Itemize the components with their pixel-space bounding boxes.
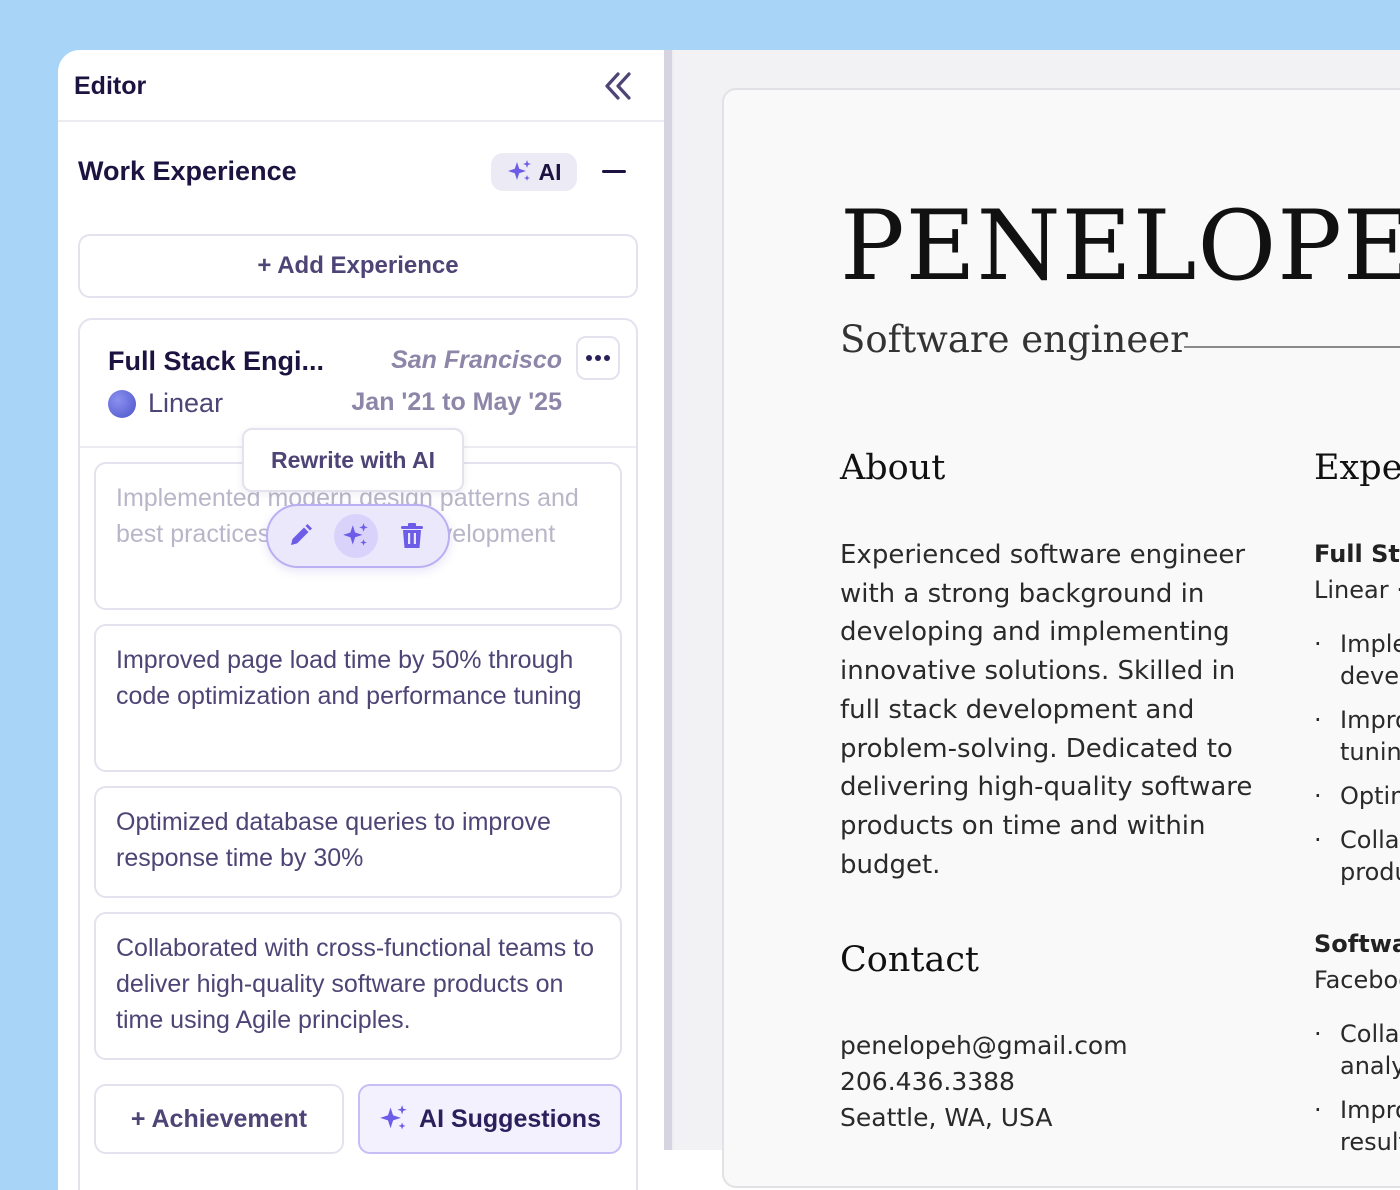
job-location: San Francisco: [391, 346, 562, 374]
job-dates: Jan '21 to May '25: [351, 388, 562, 416]
achievement-item[interactable]: Improved page load time by 50% through c…: [94, 624, 622, 772]
more-dots-icon: [586, 355, 610, 361]
resume-page: PENELOPE H Software engineer About Exper…: [722, 88, 1400, 1188]
resume-preview: PENELOPE H Software engineer About Exper…: [674, 50, 1400, 1188]
editor-scrollbar[interactable]: [664, 50, 672, 1150]
resume-bullet: Implemented modern design patterns and b…: [1314, 628, 1400, 692]
collapse-section-button[interactable]: [602, 170, 626, 173]
add-achievement-button[interactable]: + Achievement: [94, 1084, 344, 1154]
experience-list: Full Stack Engineer Linear · San Francis…: [1314, 536, 1400, 1170]
sparkles-icon: [507, 160, 531, 181]
resume-job-title: Full Stack Engineer: [1314, 540, 1400, 568]
achievement-item[interactable]: Collaborated with cross-functional teams…: [94, 912, 622, 1060]
sparkles-icon: [380, 1105, 407, 1130]
company-logo-icon: [108, 390, 136, 418]
ai-badge-label: AI: [538, 158, 562, 185]
achievement-toolbar: [266, 504, 450, 568]
achievement-item[interactable]: Optimized database queries to improve re…: [94, 786, 622, 898]
ai-badge-button[interactable]: AI: [491, 153, 577, 191]
ai-suggestions-label: AI Suggestions: [419, 1104, 601, 1133]
resume-job-company: Linear · San Francisco: [1314, 576, 1400, 604]
role-divider: [1184, 346, 1400, 348]
contact-heading: Contact: [840, 940, 979, 980]
resume-bullet: Collaborated with data scientists to imp…: [1314, 1018, 1400, 1082]
contact-email: penelopeh@gmail.com: [840, 1031, 1128, 1060]
job-title[interactable]: Full Stack Engi...: [108, 346, 324, 377]
resume-bullet: Improved system performance and scalabil…: [1314, 1094, 1400, 1158]
editor-panel: Editor Work Experience AI + Add Experien…: [58, 50, 664, 1190]
resume-name: PENELOPE H: [840, 190, 1400, 302]
add-experience-button[interactable]: + Add Experience: [78, 234, 638, 298]
pencil-icon: [291, 524, 312, 545]
resume-bullet: Optimized database queries to improve re…: [1314, 780, 1400, 812]
trash-icon: [401, 523, 423, 548]
experience-heading: Experience: [1314, 448, 1400, 488]
more-options-button[interactable]: [576, 336, 620, 380]
about-text: Experienced software engineer with a str…: [840, 540, 1253, 880]
rewrite-tooltip: Rewrite with AI: [242, 428, 464, 492]
section-title: Work Experience: [78, 156, 297, 186]
contact-list: penelopeh@gmail.com 206.436.3388 Seattle…: [840, 1028, 1128, 1136]
delete-button[interactable]: [390, 514, 434, 558]
resume-bullet: Collaborated with cross-functional teams…: [1314, 824, 1400, 888]
about-heading: About: [840, 448, 946, 488]
rewrite-ai-button[interactable]: [334, 514, 378, 558]
resume-bullet: Improved page load time by 50% through c…: [1314, 704, 1400, 768]
resume-job-title: Software Engineer: [1314, 930, 1400, 958]
resume-job-company: Facebook · Menlo Park: [1314, 966, 1400, 994]
job-company: Linear: [148, 388, 224, 418]
contact-location: Seattle, WA, USA: [840, 1103, 1053, 1132]
resume-role: Software engineer: [840, 318, 1188, 361]
editor-title: Editor: [74, 72, 147, 100]
editor-header: Editor: [58, 50, 664, 122]
ai-suggestions-button[interactable]: AI Suggestions: [358, 1084, 622, 1154]
edit-button[interactable]: [278, 514, 322, 558]
app-window: Editor Work Experience AI + Add Experien…: [58, 50, 1400, 1190]
contact-phone: 206.436.3388: [840, 1067, 1015, 1096]
collapse-panel-icon[interactable]: [598, 68, 638, 104]
sparkles-icon: [343, 523, 368, 546]
